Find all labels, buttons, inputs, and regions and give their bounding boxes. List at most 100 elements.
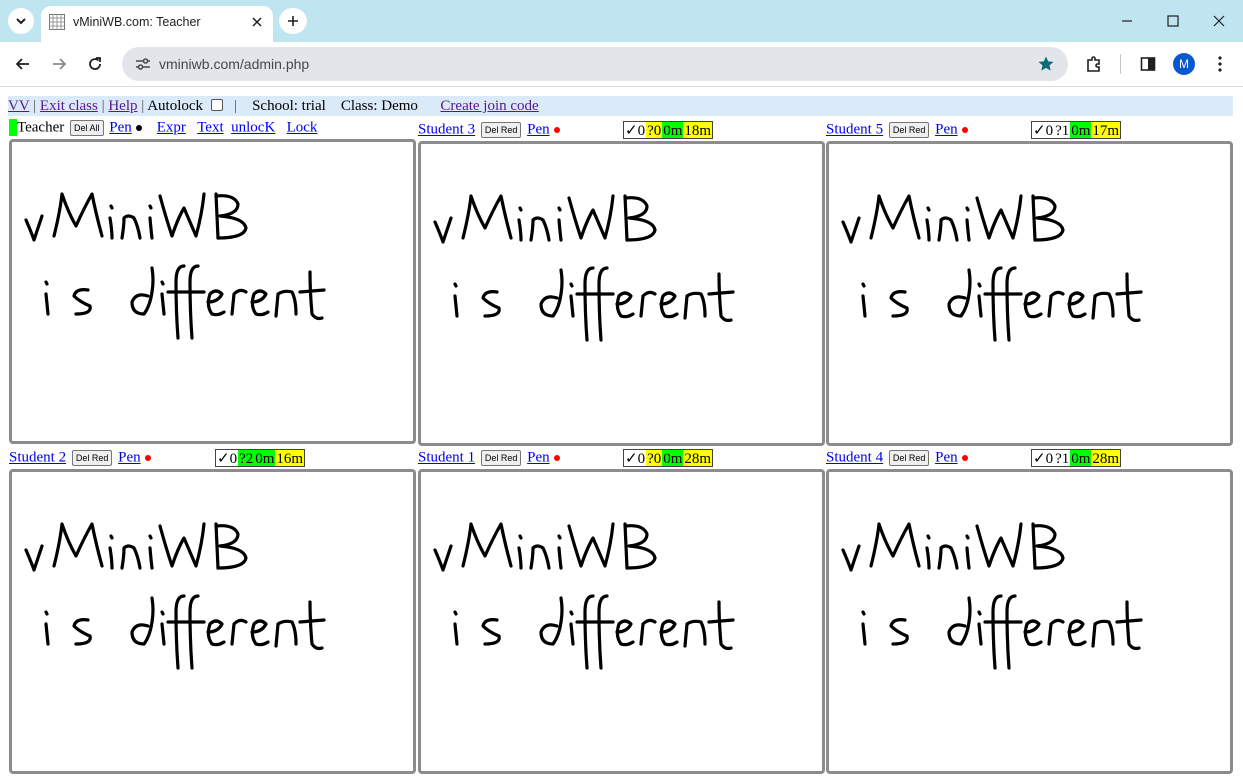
maximize-button[interactable] [1158,7,1188,35]
pen-link[interactable]: Pen [935,122,958,138]
whiteboard-canvas[interactable] [418,469,825,774]
profile-avatar[interactable]: M [1173,53,1195,75]
back-button[interactable] [9,50,37,78]
side-panel-icon [1140,57,1156,71]
reload-button[interactable] [81,50,109,78]
stat-questions: ?0 [646,122,663,139]
pen-color-dot-icon[interactable] [553,126,560,133]
stat-idle: 0m [662,122,684,139]
pen-link[interactable]: Pen [527,450,550,466]
whiteboard-canvas[interactable] [9,139,416,444]
site-settings-icon[interactable] [132,54,154,74]
pen-link[interactable]: Pen [935,450,958,466]
stat-elapsed: 18m [683,122,713,139]
pen-color-dot-icon[interactable] [135,124,142,131]
pen-link[interactable]: Pen [527,122,550,138]
student-panel: Student 3 Del Red Pen ✓0 ?0 0m 18m [418,119,825,446]
stat-checked: ✓0 [624,122,647,139]
pen-color-dot-icon[interactable] [961,126,968,133]
whiteboard-canvas[interactable] [9,469,416,774]
stat-checked: ✓0 [1032,122,1055,139]
whiteboard-canvas[interactable] [826,469,1233,774]
whiteboard-canvas[interactable] [418,141,825,446]
more-vert-icon [1218,56,1222,72]
autolock-label: Autolock [147,98,204,114]
new-tab-button[interactable] [279,8,307,34]
bookmark-star-icon[interactable] [1036,54,1056,74]
menu-button[interactable] [1206,50,1234,78]
student-stats: ✓0 ?1 0m 28m [1031,449,1122,467]
divider: | [234,98,238,114]
student-panel: Student 4 Del Red Pen ✓0 ?1 0m 28m [826,447,1233,774]
vv-link[interactable]: VV [8,98,29,114]
side-panel-button[interactable] [1134,50,1162,78]
stat-elapsed: 28m [1091,450,1121,467]
stat-elapsed: 28m [683,450,713,467]
divider: | [33,98,37,114]
student-name-link[interactable]: Student 4 [826,450,883,466]
student-stats: ✓0 ?0 0m 28m [623,449,714,467]
grid-favicon-icon [49,14,65,30]
close-icon [1213,15,1225,27]
tab-strip: vMiniWB.com: Teacher [0,0,1243,42]
student-stats: ✓0 ?0 0m 18m [623,121,714,139]
pen-color-dot-icon[interactable] [553,454,560,461]
extensions-button[interactable] [1080,50,1108,78]
divider: | [141,98,145,114]
del-red-button[interactable]: Del Red [480,449,522,466]
handwriting-drawing [841,194,1143,342]
student-header: Student 5 Del Red Pen ✓0 ?1 0m 17m [826,119,1233,141]
stat-questions: ?2 [238,450,255,467]
chevron-down-icon [16,18,26,25]
student-name-link[interactable]: Student 2 [9,450,66,466]
browser-toolbar: vminiwb.com/admin.php [0,42,1243,86]
minimize-button[interactable] [1112,7,1142,35]
stat-idle: 0m [254,450,276,467]
student-name-link[interactable]: Student 3 [418,122,475,138]
pen-link[interactable]: Pen [118,450,141,466]
expr-link[interactable]: Expr [157,120,186,136]
status-indicator [9,119,17,137]
close-window-button[interactable] [1204,7,1234,35]
close-tab-icon[interactable] [249,14,265,30]
autolock-checkbox[interactable] [210,99,223,111]
unlock-link[interactable]: unlocK [231,120,275,136]
text-link[interactable]: Text [197,120,223,136]
del-red-button[interactable]: Del Red [71,449,113,466]
forward-button[interactable] [45,50,73,78]
del-red-button[interactable]: Del Red [888,121,930,138]
student-stats: ✓0 ?1 0m 17m [1031,121,1122,139]
reload-icon [89,57,101,70]
student-header: Student 2 Del Red Pen ✓0 ?2 0m 16m [9,447,416,469]
student-name-link[interactable]: Student 1 [418,450,475,466]
arrow-right-icon [53,58,67,70]
del-red-button[interactable]: Del Red [480,121,522,138]
student-stats: ✓0 ?2 0m 16m [215,449,306,467]
pen-link[interactable]: Pen [109,120,132,136]
pen-color-dot-icon[interactable] [961,454,968,461]
class-toolbar: VV | Exit class | Help | Autolock | Scho… [8,96,1233,116]
help-link[interactable]: Help [108,98,137,114]
active-tab[interactable]: vMiniWB.com: Teacher [41,6,273,42]
handwriting-drawing [841,522,1143,670]
handwriting-drawing [24,522,326,670]
pen-color-dot-icon[interactable] [144,454,151,461]
url-text: vminiwb.com/admin.php [159,56,310,72]
whiteboard-canvas[interactable] [826,141,1233,446]
student-panel: Student 5 Del Red Pen ✓0 ?1 0m 17m [826,119,1233,446]
address-bar[interactable]: vminiwb.com/admin.php [122,47,1068,81]
stat-questions: ?1 [1054,450,1071,467]
del-red-button[interactable]: Del Red [888,449,930,466]
lock-link[interactable]: Lock [287,120,318,136]
create-join-code-link[interactable]: Create join code [440,98,538,114]
exit-class-link[interactable]: Exit class [40,98,98,114]
teacher-name: Teacher [17,119,65,136]
student-panel: Student 2 Del Red Pen ✓0 ?2 0m 16m [9,447,416,774]
handwriting-drawing [433,194,735,342]
del-all-button[interactable]: Del All [70,119,104,136]
stat-elapsed: 16m [275,450,305,467]
tab-search-button[interactable] [8,8,34,34]
student-name-link[interactable]: Student 5 [826,122,883,138]
plus-icon [288,16,298,26]
teacher-panel: Teacher Del All Pen Expr Text unlocK Loc… [9,117,416,444]
